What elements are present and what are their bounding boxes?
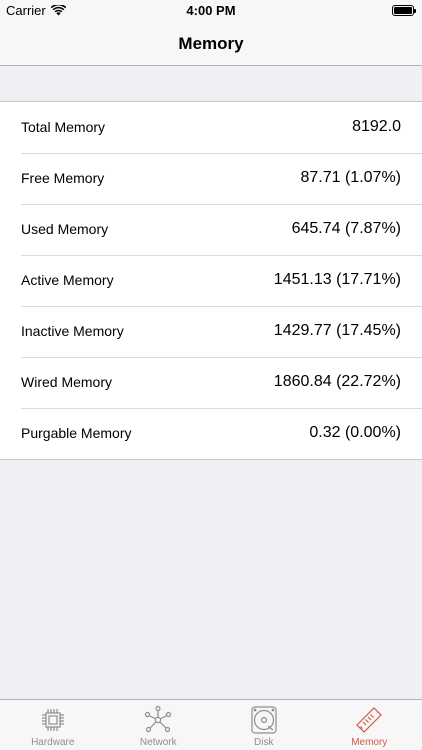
row-label: Used Memory [21,221,109,237]
row-value: 645.74 (7.87%) [291,220,401,237]
tab-disk[interactable]: Disk [211,700,317,750]
navigation-bar: Memory [0,22,422,66]
table-row-wired-memory: Wired Memory 1860.84 (22.72%) [0,357,422,408]
row-value: 1429.77 (17.45%) [273,322,401,339]
tab-label: Hardware [31,737,75,748]
tab-label: Memory [351,737,388,748]
row-label: Active Memory [21,272,114,288]
row-label: Total Memory [21,119,106,135]
row-value: 0.32 (0.00%) [309,424,401,441]
row-value: 87.71 (1.07%) [300,169,401,186]
status-time: 4:00 PM [186,3,236,18]
row-label: Inactive Memory [21,323,124,339]
page-title: Memory [178,34,244,53]
row-value: 8192.0 [352,118,401,135]
memory-table: Total Memory 8192.0 Free Memory 87.71 (1… [0,101,422,460]
row-value: 1860.84 (22.72%) [273,373,401,390]
table-row-inactive-memory: Inactive Memory 1429.77 (17.45%) [0,306,422,357]
status-bar: Carrier 4:00 PM [0,0,422,22]
cpu-chip-icon [41,709,64,731]
row-label: Free Memory [21,170,105,186]
tab-network[interactable]: Network [106,700,212,750]
tab-bar: Hardware Network Disk Memory [0,699,422,750]
row-label: Wired Memory [21,374,113,390]
table-row-total-memory: Total Memory 8192.0 [0,102,422,153]
disk-icon [251,706,277,734]
battery-icon [392,5,416,16]
table-row-used-memory: Used Memory 645.74 (7.87%) [0,204,422,255]
row-label: Purgable Memory [21,425,132,441]
tab-label: Network [139,737,177,748]
row-value: 1451.13 (17.71%) [273,271,401,288]
table-row-purgable-memory: Purgable Memory 0.32 (0.00%) [0,408,422,459]
tab-memory[interactable]: Memory [317,700,422,750]
memory-stick-icon [356,707,383,733]
tab-label: Disk [254,737,274,748]
table-row-active-memory: Active Memory 1451.13 (17.71%) [0,255,422,306]
tab-hardware[interactable]: Hardware [0,700,106,750]
table-row-free-memory: Free Memory 87.71 (1.07%) [0,153,422,204]
network-nodes-icon [145,705,172,733]
